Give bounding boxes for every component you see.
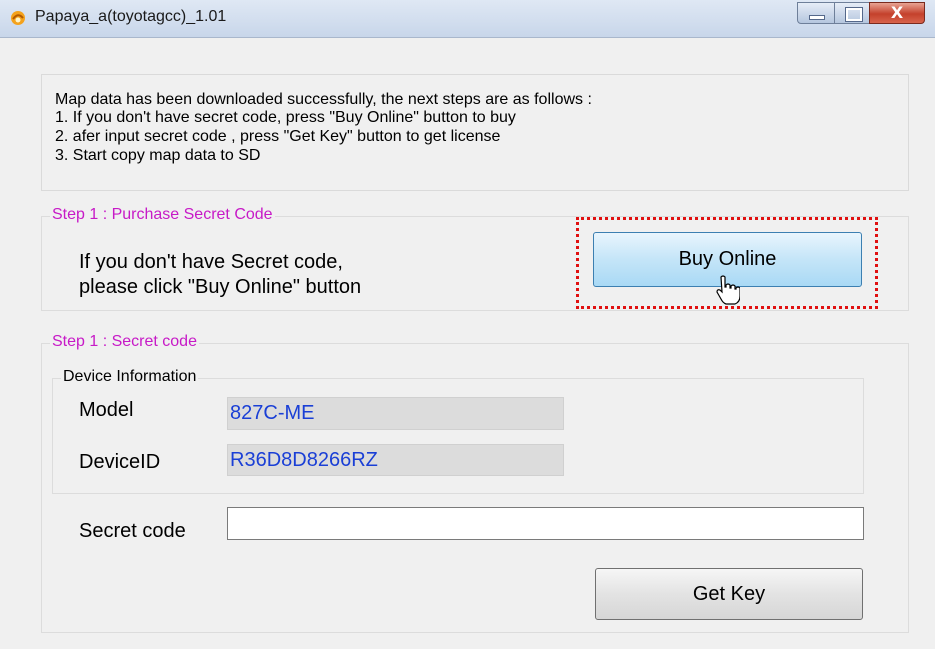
title-bar[interactable]: Papaya_a(toyotagcc)_1.01 X bbox=[0, 0, 935, 38]
maximize-icon bbox=[845, 7, 863, 22]
instruction-line: Map data has been downloaded successfull… bbox=[55, 91, 592, 108]
minimize-button[interactable] bbox=[797, 2, 835, 24]
model-label: Model bbox=[79, 399, 134, 421]
get-key-button[interactable]: Get Key bbox=[595, 568, 863, 620]
instructions-panel: Map data has been downloaded successfull… bbox=[41, 74, 909, 191]
window-title: Papaya_a(toyotagcc)_1.01 bbox=[35, 8, 227, 25]
device-info-group: Device Information bbox=[52, 368, 864, 494]
hand-cursor-icon bbox=[716, 275, 740, 305]
close-button[interactable]: X bbox=[869, 2, 925, 24]
secret-code-label: Secret code bbox=[79, 520, 186, 542]
device-id-field: R36D8D8266RZ bbox=[227, 444, 564, 476]
device-info-legend: Device Information bbox=[61, 368, 199, 386]
close-icon: X bbox=[890, 3, 904, 22]
secret-code-input[interactable] bbox=[227, 507, 864, 540]
instruction-line: 2. afer input secret code , press "Get K… bbox=[55, 128, 501, 145]
purchase-message-line1: If you don't have Secret code, bbox=[79, 251, 343, 273]
purchase-group-legend: Step 1 : Purchase Secret Code bbox=[50, 206, 275, 224]
purchase-message-line2: please click "Buy Online" button bbox=[79, 276, 362, 298]
app-window: Papaya_a(toyotagcc)_1.01 X Map data has … bbox=[0, 0, 935, 649]
secret-code-group-legend: Step 1 : Secret code bbox=[50, 333, 199, 351]
instruction-line: 3. Start copy map data to SD bbox=[55, 147, 261, 164]
device-id-label: DeviceID bbox=[79, 451, 161, 473]
maximize-button[interactable] bbox=[834, 2, 870, 24]
minimize-icon bbox=[809, 15, 825, 20]
model-field: 827C-ME bbox=[227, 397, 564, 430]
instruction-line: 1. If you don't have secret code, press … bbox=[55, 109, 516, 126]
app-icon bbox=[11, 11, 25, 25]
